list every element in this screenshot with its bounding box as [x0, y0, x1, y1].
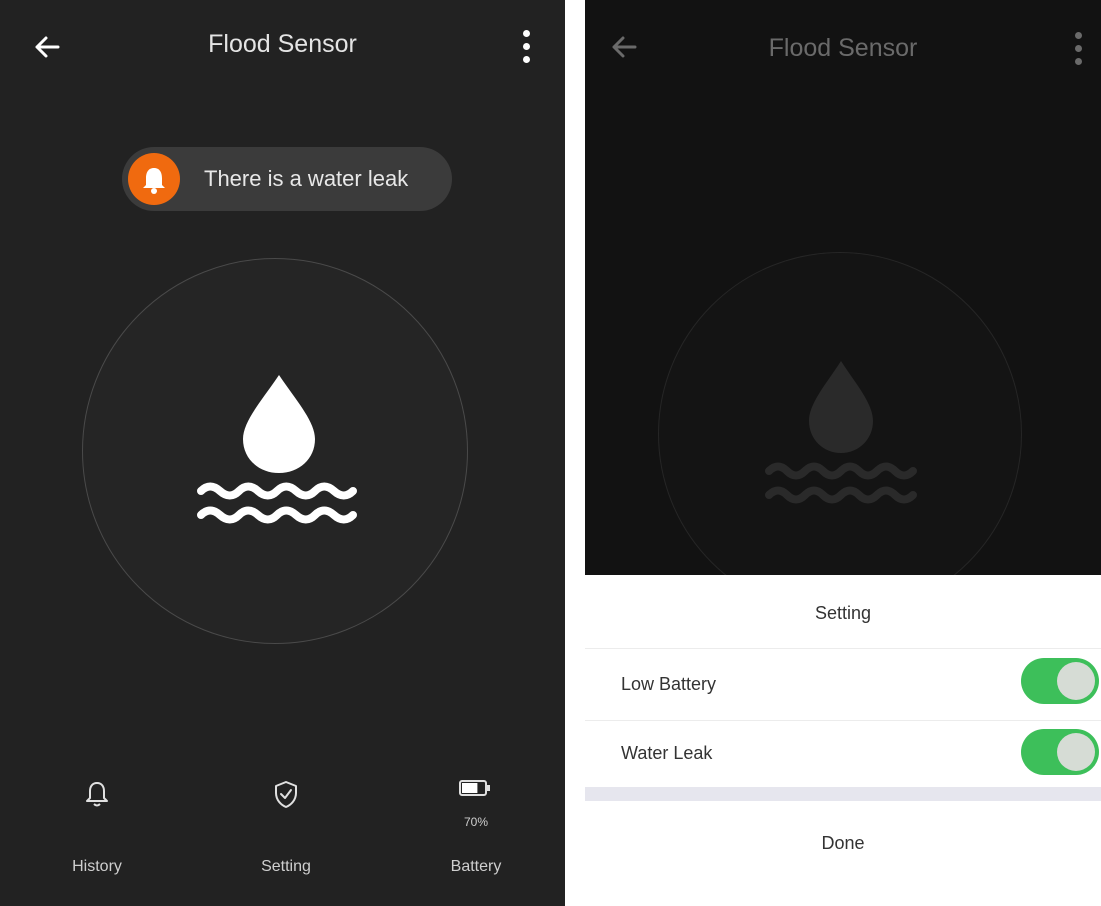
battery-percentage: 70%	[463, 815, 489, 829]
setting-label: Water Leak	[621, 743, 713, 763]
nav-history-label: History	[72, 858, 122, 875]
nav-battery-label: Battery	[450, 858, 502, 875]
dot-icon	[523, 30, 530, 37]
alert-banner[interactable]: There is a water leak	[122, 147, 452, 211]
water-leak-icon	[197, 375, 357, 524]
flood-sensor-screen: Flood Sensor There is a water leak Histo…	[0, 0, 565, 906]
nav-setting-label: Setting	[261, 858, 311, 875]
alert-badge	[128, 153, 180, 205]
flood-sensor-settings-screen: Flood Sensor Setting Low Battery Water L…	[585, 0, 1101, 870]
bell-icon	[143, 168, 165, 194]
dot-icon	[1075, 45, 1082, 52]
battery-icon	[459, 780, 490, 796]
water-leak-toggle[interactable]	[1021, 729, 1099, 775]
setting-row-low-battery: Low Battery	[585, 648, 1101, 719]
dot-icon	[1075, 58, 1082, 65]
divider	[585, 787, 1101, 801]
top-bar: Flood Sensor	[0, 0, 565, 95]
dot-icon	[1075, 32, 1082, 39]
water-leak-icon	[765, 361, 917, 504]
low-battery-toggle[interactable]	[1021, 658, 1099, 704]
top-bar: Flood Sensor	[585, 0, 1101, 95]
dimmed-background[interactable]: Flood Sensor	[585, 0, 1101, 616]
more-menu-button[interactable]	[1072, 28, 1086, 66]
bell-icon	[86, 782, 108, 807]
sheet-title: Setting	[814, 603, 872, 623]
dot-icon	[523, 43, 530, 50]
toggle-knob	[1057, 733, 1095, 771]
dot-icon	[523, 56, 530, 63]
sensor-status-circle	[82, 258, 468, 644]
done-button[interactable]: Done	[585, 801, 1101, 870]
setting-label: Low Battery	[621, 674, 717, 694]
battery-level-fill	[462, 783, 478, 793]
more-menu-button[interactable]	[520, 28, 534, 66]
page-title: Flood Sensor	[768, 34, 918, 62]
setting-row-water-leak: Water Leak	[585, 720, 1101, 791]
done-label: Done	[821, 833, 865, 853]
sensor-status-circle	[658, 252, 1022, 616]
toggle-knob	[1057, 662, 1095, 700]
page-title: Flood Sensor	[208, 30, 357, 58]
alert-text: There is a water leak	[204, 166, 409, 191]
settings-sheet: Setting Low Battery Water Leak Done	[585, 575, 1101, 870]
shield-check-icon	[275, 781, 297, 808]
